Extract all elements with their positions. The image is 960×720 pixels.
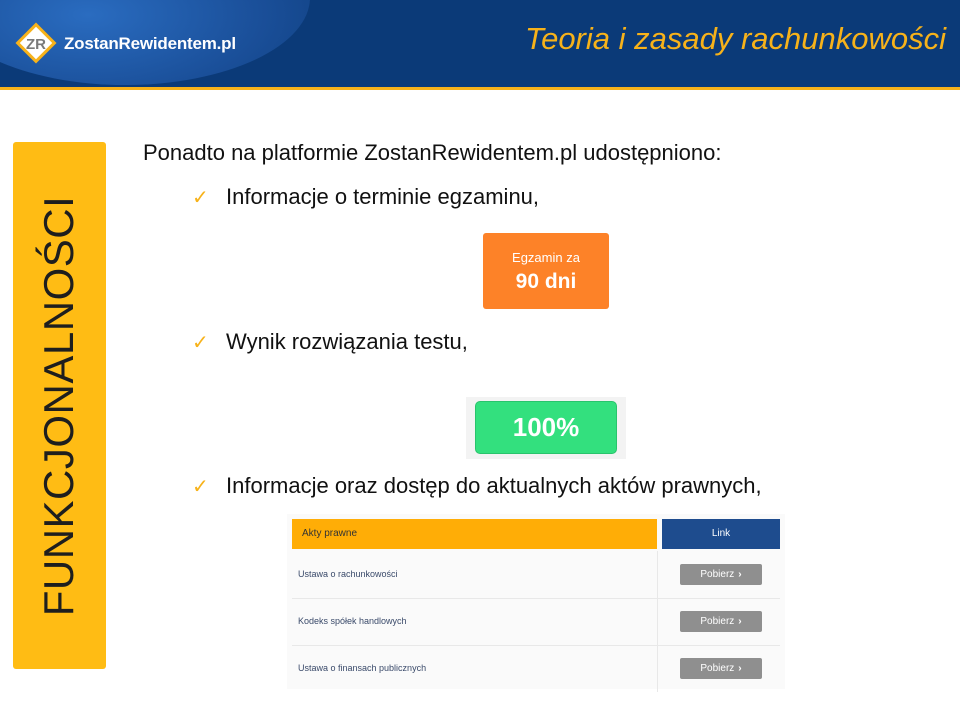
row-divider <box>657 551 658 598</box>
checkmark-icon: ✓ <box>192 475 209 498</box>
legal-acts-table: Akty prawne Link Ustawa o rachunkowości … <box>287 514 785 692</box>
download-button[interactable]: Pobierz › <box>680 658 762 679</box>
exam-countdown-label: Egzamin za <box>512 250 580 265</box>
bullet-text: Informacje o terminie egzaminu, <box>226 184 540 209</box>
slide-title: Teoria i zasady rachunkowości <box>524 21 946 56</box>
bullet-exam-date: ✓ Informacje o terminie egzaminu, <box>192 184 539 210</box>
download-button-label: Pobierz <box>700 616 735 627</box>
header-divider <box>0 87 960 90</box>
table-row: Kodeks spółek handlowych Pobierz › <box>292 598 780 646</box>
download-button[interactable]: Pobierz › <box>680 611 762 632</box>
bullet-text: Informacje oraz dostęp do aktualnych akt… <box>226 473 762 498</box>
act-name: Ustawa o finansach publicznych <box>298 663 427 673</box>
slide-header: ZR ZostanRewidentem.pl Teoria i zasady r… <box>0 0 960 87</box>
table-row: Ustawa o rachunkowości Pobierz › <box>292 551 780 599</box>
bullet-test-result: ✓ Wynik rozwiązania testu, <box>192 329 468 355</box>
test-result-value: 100% <box>475 401 617 454</box>
exam-countdown-value: 90 dni <box>515 270 577 293</box>
download-button[interactable]: Pobierz › <box>680 564 762 585</box>
act-name: Kodeks spółek handlowych <box>298 616 407 626</box>
svg-text:ZR: ZR <box>26 36 46 53</box>
row-divider <box>657 598 658 645</box>
zr-logo-icon: ZR <box>15 22 57 64</box>
intro-text: Ponadto na platformie ZostanRewidentem.p… <box>143 140 722 165</box>
table-row: Ustawa o finansach publicznych Pobierz › <box>292 645 780 692</box>
act-name: Ustawa o rachunkowości <box>298 569 398 579</box>
exam-countdown-widget: Egzamin za 90 dni <box>483 233 609 309</box>
checkmark-icon: ✓ <box>192 331 209 354</box>
download-button-label: Pobierz <box>700 663 735 674</box>
chevron-right-icon: › <box>738 616 742 627</box>
checkmark-icon: ✓ <box>192 186 209 209</box>
download-button-label: Pobierz <box>700 569 735 580</box>
logo-text[interactable]: ZostanRewidentem.pl <box>64 34 236 54</box>
chevron-right-icon: › <box>738 569 742 580</box>
bullet-text: Wynik rozwiązania testu, <box>226 329 468 354</box>
test-result-widget: 100% <box>466 397 626 459</box>
column-header-link: Link <box>662 519 780 549</box>
side-label: FUNKCJONALNOŚCI <box>35 195 82 617</box>
row-divider <box>657 645 658 692</box>
chevron-right-icon: › <box>738 663 742 674</box>
column-header-acts: Akty prawne <box>292 519 657 549</box>
bullet-legal-acts: ✓ Informacje oraz dostęp do aktualnych a… <box>192 473 762 499</box>
